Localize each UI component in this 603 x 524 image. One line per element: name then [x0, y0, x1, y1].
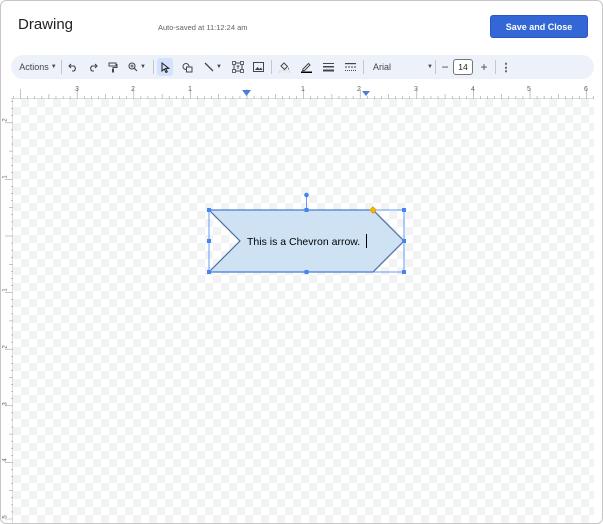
- shape-layer: [207, 192, 406, 274]
- drawing-dialog: Drawing Auto-saved at 11:12:24 am Save a…: [0, 0, 603, 524]
- shape-text[interactable]: This is a Chevron arrow.: [247, 236, 360, 248]
- text-cursor: [366, 234, 367, 248]
- resize-handle: [304, 270, 309, 274]
- resize-handle: [304, 208, 309, 212]
- resize-handle: [207, 208, 211, 212]
- resize-handle: [402, 270, 406, 274]
- resize-handle: [207, 270, 211, 274]
- resize-handle: [402, 239, 406, 243]
- rotate-handle[interactable]: [304, 192, 309, 198]
- resize-handle: [207, 239, 211, 243]
- resize-handle: [402, 208, 406, 212]
